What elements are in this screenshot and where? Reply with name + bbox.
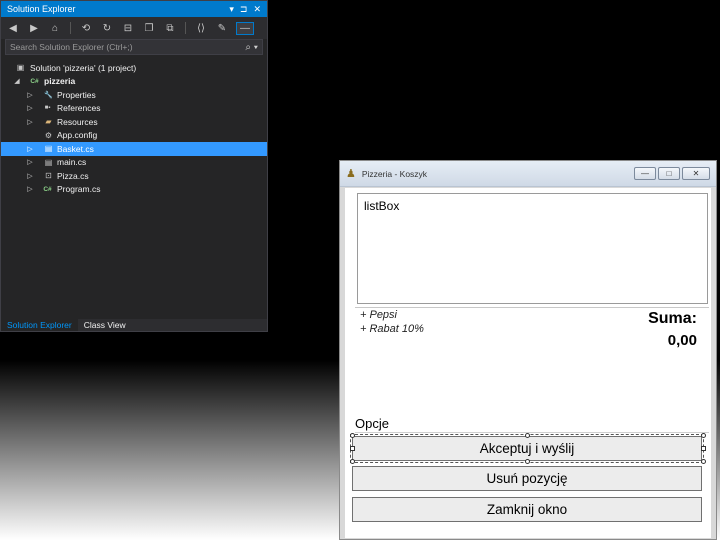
expand-arrow-icon[interactable]: ▷ [26, 118, 34, 126]
solution-explorer-title: Solution Explorer [7, 4, 76, 14]
resize-handle[interactable] [525, 459, 530, 464]
copy-icon[interactable]: ❐ [143, 23, 155, 34]
search-icon[interactable]: ⌕ ▾ [245, 42, 258, 53]
options-group-label: Opcje [355, 416, 389, 431]
tree-item-label: main.cs [57, 157, 87, 168]
resize-handle[interactable] [525, 433, 530, 438]
refresh-icon[interactable]: ↻ [101, 23, 113, 34]
remove-item-button[interactable]: Usuń pozycję [352, 466, 702, 491]
solution-tree: ▣ Solution 'pizzeria' (1 project) ◢ C# p… [1, 61, 267, 196]
folder-icon: ▰ [45, 117, 52, 127]
wrench-icon: 🔧 [44, 91, 53, 99]
tree-item-solution[interactable]: ▣ Solution 'pizzeria' (1 project) [1, 61, 267, 75]
form-window: ♟ Pizzeria - Koszyk — □ ✕ listBox + Peps… [339, 160, 717, 540]
window-titlebar[interactable]: ♟ Pizzeria - Koszyk — □ ✕ [340, 161, 716, 187]
tree-item-main-cs[interactable]: ▷ ▤ main.cs [1, 156, 267, 170]
tree-item-label: pizzeria [44, 76, 76, 87]
dropdown-icon[interactable]: ▾ [229, 4, 234, 15]
expand-arrow-icon[interactable]: ◢ [13, 77, 21, 85]
tree-item-project[interactable]: ◢ C# pizzeria [1, 75, 267, 89]
tree-item-label: Program.cs [57, 184, 101, 195]
expand-arrow-icon[interactable]: ▷ [26, 91, 34, 99]
expand-arrow-icon[interactable]: ▷ [26, 104, 34, 112]
tree-item-label: References [57, 103, 101, 114]
tree-item-label: Resources [57, 116, 98, 127]
basket-listbox[interactable]: listBox [357, 193, 708, 304]
close-button[interactable]: ✕ [682, 167, 710, 180]
show-all-icon[interactable]: ⧉ [164, 23, 176, 34]
solution-explorer-toolbar: ◀ ▶ ⌂ ⟲ ↻ ⊟ ❐ ⧉ ⟨⟩ ✎ — [1, 17, 267, 39]
solution-explorer-panel: Solution Explorer ▾ ⊐ ✕ ◀ ▶ ⌂ ⟲ ↻ ⊟ ❐ ⧉ … [0, 0, 268, 332]
tree-item-resources[interactable]: ▷ ▰ Resources [1, 115, 267, 129]
references-icon: ■▪ [44, 105, 51, 112]
expand-arrow-icon[interactable]: ▷ [26, 185, 34, 193]
sum-value: 0,00 [667, 332, 697, 349]
solution-explorer-titlebar: Solution Explorer ▾ ⊐ ✕ [1, 1, 267, 17]
maximize-button[interactable]: □ [658, 167, 680, 180]
toolbar-divider [70, 22, 71, 34]
sum-label: Suma: [648, 310, 697, 327]
tree-item-program-cs[interactable]: ▷ C# Program.cs [1, 183, 267, 197]
resize-handle[interactable] [701, 459, 706, 464]
toolbar-divider [185, 22, 186, 34]
search-placeholder: Search Solution Explorer (Ctrl+;) [10, 42, 133, 52]
tab-class-view[interactable]: Class View [78, 319, 132, 331]
home-icon[interactable]: ⌂ [49, 23, 61, 34]
resize-handle[interactable] [701, 433, 706, 438]
options-group-border [355, 432, 709, 433]
tree-item-properties[interactable]: ▷ 🔧 Properties [1, 88, 267, 102]
tree-item-app-config[interactable]: ⚙ App.config [1, 129, 267, 143]
preview-icon[interactable]: — [236, 21, 254, 35]
tree-item-references[interactable]: ▷ ■▪ References [1, 102, 267, 116]
close-window-button[interactable]: Zamknij okno [352, 497, 702, 522]
tree-item-label: Pizza.cs [57, 170, 89, 181]
tab-solution-explorer[interactable]: Solution Explorer [1, 319, 78, 331]
form-client-area: listBox + Pepsi + Rabat 10% Suma: 0,00 O… [345, 188, 711, 538]
forward-icon[interactable]: ▶ [28, 23, 40, 34]
tree-item-label: Properties [57, 89, 96, 100]
accept-and-send-button[interactable]: Akceptuj i wyślij [350, 434, 704, 463]
window-title: Pizzeria - Koszyk [361, 168, 428, 179]
tree-item-label: App.config [57, 130, 98, 141]
resize-handle[interactable] [701, 446, 706, 451]
tree-item-label: Solution 'pizzeria' (1 project) [30, 62, 137, 73]
csharp-project-icon: C# [30, 77, 39, 85]
listbox-placeholder-text: listBox [364, 199, 400, 213]
back-icon[interactable]: ◀ [7, 23, 19, 34]
form-file-icon: ▤ [44, 144, 53, 154]
config-file-icon: ⚙ [44, 130, 53, 140]
properties-icon[interactable]: ⟨⟩ [195, 23, 207, 34]
divider [355, 307, 709, 308]
bottom-tab-strip: Solution Explorer Class View [1, 319, 267, 331]
expand-arrow-icon[interactable]: ▷ [26, 172, 34, 180]
tree-item-pizza-cs[interactable]: ▷ ⊡ Pizza.cs [1, 169, 267, 183]
expand-arrow-icon[interactable]: ▷ [26, 145, 34, 153]
sync-icon[interactable]: ⟲ [80, 23, 92, 34]
tree-item-basket-cs[interactable]: ▷ ▤ Basket.cs [1, 142, 267, 156]
close-icon[interactable]: ✕ [253, 4, 261, 15]
resize-handle[interactable] [350, 459, 355, 464]
form-file-icon: ▤ [44, 157, 53, 167]
csharp-file-icon: C# [43, 185, 52, 193]
wrench-icon[interactable]: ✎ [216, 23, 228, 34]
pin-icon[interactable]: ⊐ [240, 4, 248, 15]
search-input[interactable]: Search Solution Explorer (Ctrl+;) ⌕ ▾ [5, 39, 263, 55]
class-file-icon: ⊡ [45, 171, 52, 181]
resize-handle[interactable] [350, 446, 355, 451]
resize-handle[interactable] [350, 433, 355, 438]
option-pepsi: + Pepsi [360, 309, 397, 321]
expand-arrow-icon[interactable]: ▷ [26, 158, 34, 166]
minimize-button[interactable]: — [634, 167, 656, 180]
tree-item-label: Basket.cs [57, 143, 94, 154]
option-discount: + Rabat 10% [360, 323, 424, 335]
pizza-app-icon: ♟ [346, 168, 356, 180]
collapse-icon[interactable]: ⊟ [122, 23, 134, 34]
solution-icon: ▣ [16, 63, 25, 73]
